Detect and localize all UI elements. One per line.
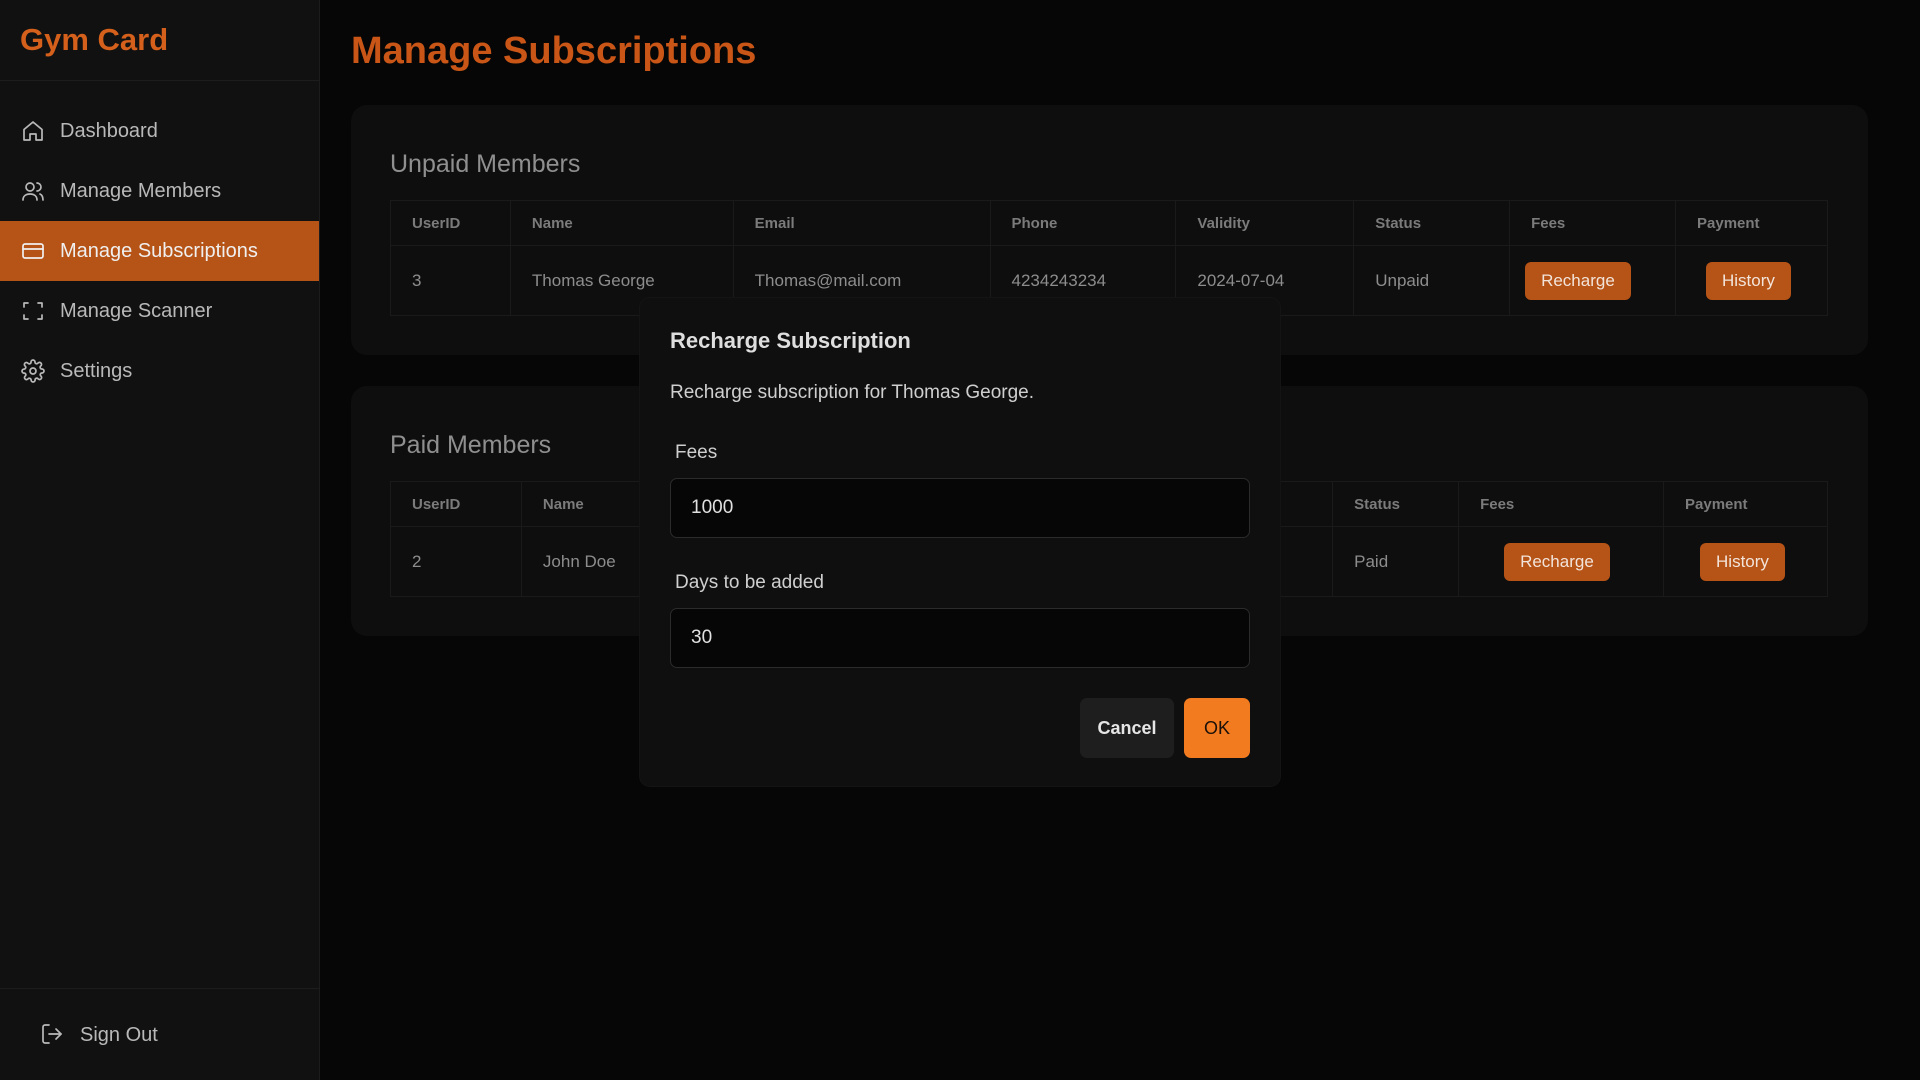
sidebar-item-label: Manage Members <box>60 179 222 202</box>
column-header: Status <box>1332 481 1460 527</box>
column-header: Email <box>732 200 991 246</box>
column-header: Phone <box>989 200 1177 246</box>
history-button[interactable]: History <box>1706 261 1791 300</box>
fees-input[interactable] <box>670 478 1250 538</box>
app-title: Gym Card <box>0 0 319 81</box>
sidebar-item-label: Settings <box>60 359 133 382</box>
cell-fees: Recharge <box>1509 245 1676 316</box>
sign-out-button[interactable]: Sign Out <box>0 989 320 1080</box>
column-header: Name <box>509 200 734 246</box>
days-input[interactable] <box>670 608 1250 668</box>
logout-icon <box>40 1022 66 1048</box>
sidebar-footer: Sign Out <box>0 988 320 1080</box>
page-title: Manage Subscriptions <box>351 30 757 72</box>
sidebar-nav: Dashboard Manage Members Manage Subscrip… <box>0 101 319 401</box>
history-button[interactable]: History <box>1700 542 1785 581</box>
sidebar-item-dashboard[interactable]: Dashboard <box>0 101 319 161</box>
sidebar-item-label: Manage Scanner <box>60 299 213 322</box>
cell-status: Paid <box>1332 526 1460 597</box>
cell-payment: History <box>1675 245 1828 316</box>
sidebar-item-manage-subscriptions[interactable]: Manage Subscriptions <box>0 221 319 281</box>
credit-card-icon <box>20 238 46 264</box>
recharge-button[interactable]: Recharge <box>1504 542 1610 581</box>
sidebar-item-manage-members[interactable]: Manage Members <box>0 161 319 221</box>
users-icon <box>20 178 46 204</box>
home-icon <box>20 118 46 144</box>
dialog-title: Recharge Subscription <box>670 328 911 353</box>
cell-userid: 2 <box>390 526 522 597</box>
cell-status: Unpaid <box>1353 245 1511 316</box>
column-header: Payment <box>1675 200 1828 246</box>
sidebar: Gym Card Dashboard Manage Members Manage… <box>0 0 320 1080</box>
unpaid-members-title: Unpaid Members <box>390 150 581 178</box>
sign-out-label: Sign Out <box>80 1023 158 1046</box>
column-header: Fees <box>1458 481 1665 527</box>
days-label: Days to be added <box>675 572 824 593</box>
fees-label: Fees <box>675 442 718 463</box>
recharge-subscription-dialog: Recharge Subscription Recharge subscript… <box>640 298 1280 786</box>
column-header: Payment <box>1663 481 1828 527</box>
sidebar-item-label: Manage Subscriptions <box>60 239 258 262</box>
cell-userid: 3 <box>390 245 511 316</box>
column-header: Fees <box>1509 200 1676 246</box>
cell-fees: Recharge <box>1458 526 1665 597</box>
table-header-row: UserID Name Email Phone Validity Status … <box>390 200 1828 246</box>
sidebar-item-label: Dashboard <box>60 119 158 142</box>
sidebar-item-settings[interactable]: Settings <box>0 341 319 401</box>
cell-payment: History <box>1663 526 1828 597</box>
cancel-button[interactable]: Cancel <box>1080 698 1174 758</box>
scan-icon <box>20 298 46 324</box>
column-header: UserID <box>390 481 522 527</box>
gear-icon <box>20 358 46 384</box>
column-header: Validity <box>1175 200 1355 246</box>
ok-button[interactable]: OK <box>1184 698 1250 758</box>
sidebar-item-manage-scanner[interactable]: Manage Scanner <box>0 281 319 341</box>
paid-members-title: Paid Members <box>390 431 552 459</box>
column-header: UserID <box>390 200 511 246</box>
dialog-description: Recharge subscription for Thomas George. <box>670 382 1034 403</box>
column-header: Status <box>1353 200 1511 246</box>
recharge-button[interactable]: Recharge <box>1525 261 1631 300</box>
